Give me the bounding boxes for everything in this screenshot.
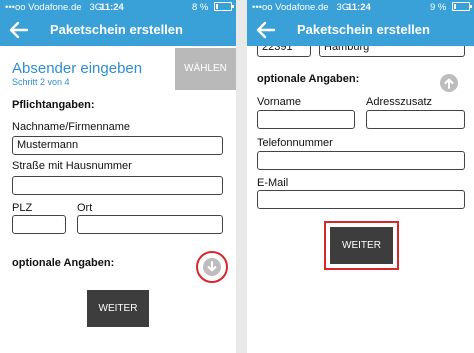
phone-label: Telefonnummer [257,137,333,149]
choose-button[interactable]: WÄHLEN [175,48,236,90]
clock-text: 11:24 [347,2,371,13]
app-bar: Paketschein erstellen [247,15,474,46]
firstname-field[interactable] [257,110,355,129]
city-label: Ort [77,202,93,214]
phone-field[interactable] [257,151,465,170]
app-bar: Paketschein erstellen [0,15,236,46]
street-label: Straße mit Hausnummer [12,160,132,172]
battery-icon [452,2,472,11]
email-field[interactable] [257,190,465,209]
status-bar: •••oo Vodafone.de 3G 11:24 8 % [0,0,236,15]
optional-heading: optionale Angaben: [12,257,115,269]
expand-optional-button[interactable] [203,258,221,276]
screen-sender-form: •••oo Vodafone.de 3G 11:24 8 % Paketsche… [0,0,236,353]
name-field[interactable]: Mustermann [12,136,223,155]
section-title: Absender eingeben [12,60,143,77]
carrier-text: •••oo Vodafone.de [5,2,82,13]
address-extra-field[interactable] [366,110,465,129]
address-extra-label: Adresszusatz [366,96,433,108]
next-button[interactable]: WEITER [330,227,393,264]
step-indicator: Schritt 2 von 4 [12,77,70,87]
collapse-optional-button[interactable] [440,74,458,92]
back-arrow-icon[interactable] [256,19,276,41]
optional-heading: optionale Angaben: [257,73,360,85]
street-field[interactable] [12,176,223,195]
page-title: Paketschein erstellen [50,22,183,37]
arrow-down-icon [207,261,217,272]
battery-percent: 9 % [429,2,447,13]
battery-percent: 8 % [191,2,209,13]
zip-label: PLZ [12,202,33,214]
battery-icon [214,2,234,11]
carrier-text: •••oo Vodafone.de [252,2,329,13]
clock-text: 11:24 [100,2,124,13]
status-bar: •••oo Vodafone.de 3G 11:24 9 % [247,0,474,15]
city-field[interactable] [77,215,223,234]
arrow-up-icon [444,78,454,89]
page-title: Paketschein erstellen [297,22,430,37]
zip-field[interactable] [12,215,66,234]
firstname-label: Vorname [257,96,302,108]
email-label: E-Mail [257,177,289,189]
screen-optional-form: •••oo Vodafone.de 3G 11:24 9 % 22391 Ham… [247,0,474,353]
name-label: Nachname/Firmenname [12,121,130,133]
back-arrow-icon[interactable] [9,19,29,41]
next-button[interactable]: WEITER [87,290,149,327]
required-heading: Pflichtangaben: [12,99,95,111]
